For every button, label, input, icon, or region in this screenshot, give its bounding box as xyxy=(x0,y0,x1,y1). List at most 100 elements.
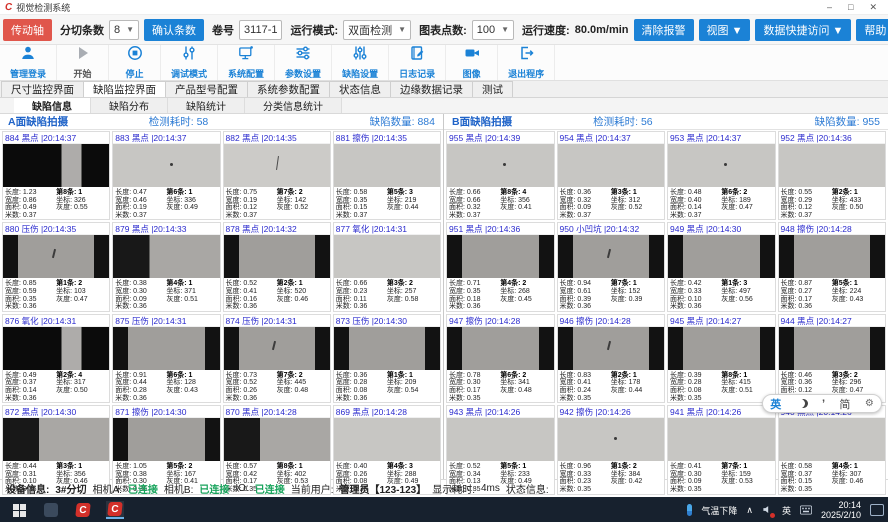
defect-image xyxy=(113,327,219,370)
chart-points-select[interactable]: 100▼ xyxy=(472,20,514,40)
weather-text[interactable]: 气温下降 xyxy=(701,504,737,517)
data-quick-access-button[interactable]: 数据快捷访问 ▼ xyxy=(755,19,851,41)
defect-cell[interactable]: 950 小凹坑 |20:14:32 长度: 0.94宽度: 0.61面积: 0.… xyxy=(557,222,666,311)
action-toolbar: 管理登录 开始 停止 调试模式 系统配置 参数设置 缺陷设置 日志记录 图像 退… xyxy=(0,45,888,81)
subtab-分类信息统计[interactable]: 分类信息统计 xyxy=(245,98,342,113)
defect-cell[interactable]: 942 擦伤 |20:14:26 长度: 0.96宽度: 0.33面积: 0.2… xyxy=(557,405,666,494)
defect-cell[interactable]: 940 黑点 |20:14:26 长度: 0.58宽度: 0.37面积: 0.1… xyxy=(778,405,887,494)
defect-meta: 长度: 0.96宽度: 0.33面积: 0.23米数: 0.35 第1条: 2坐… xyxy=(558,461,665,493)
defect-cell[interactable]: 880 压伤 |20:14:35 长度: 0.85宽度: 0.59面积: 0.3… xyxy=(2,222,110,311)
speed-value: 80.0m/min xyxy=(575,24,629,36)
defect-cell[interactable]: 875 压伤 |20:14:31 长度: 0.91宽度: 0.44面积: 0.2… xyxy=(112,314,220,403)
defect-meta: 长度: 0.73宽度: 0.52面积: 0.26米数: 0.36 第7条: 2坐… xyxy=(224,370,330,402)
defect-cell[interactable]: 954 黑点 |20:14:37 长度: 0.36宽度: 0.32面积: 0.0… xyxy=(557,131,666,220)
tab-缺陷监控界面[interactable]: 缺陷监控界面 xyxy=(83,81,166,97)
defect-cell[interactable]: 873 压伤 |20:14:30 长度: 0.36宽度: 0.28面积: 0.0… xyxy=(333,314,441,403)
gear-icon[interactable]: ⚙ xyxy=(865,398,874,409)
clock[interactable]: 20:14 2025/2/10 xyxy=(821,500,861,520)
defect-cell[interactable]: 877 氧化 |20:14:31 长度: 0.66宽度: 0.23面积: 0.1… xyxy=(333,222,441,311)
action-log-button[interactable]: 日志记录 xyxy=(389,45,446,80)
tune-icon xyxy=(181,45,197,66)
subtab-缺陷信息[interactable]: 缺陷信息 xyxy=(14,98,91,113)
subtab-缺陷分布[interactable]: 缺陷分布 xyxy=(91,98,168,113)
action-tune-button[interactable]: 调试模式 xyxy=(161,45,218,80)
defect-cell-header: 882 黑点 |20:14:35 xyxy=(224,132,330,144)
top-toolbar: 传动轴 分切条数 8▼ 确认条数 卷号 3117-1 运行模式: 双面检测▼ 图… xyxy=(0,15,888,45)
defect-meta-right: 第8条: 4坐标: 356灰度: 0.41 xyxy=(500,189,551,219)
ime-english-toggle[interactable]: 英 xyxy=(770,396,781,412)
taskbar-app-1[interactable] xyxy=(42,501,60,519)
defect-cell[interactable]: 947 擦伤 |20:14:28 长度: 0.78宽度: 0.30面积: 0.1… xyxy=(446,314,555,403)
taskbar-app-detection-active[interactable]: C xyxy=(106,501,124,519)
action-monitor-button[interactable]: 系统配置 xyxy=(218,45,275,80)
confirm-count-button[interactable]: 确认条数 xyxy=(144,19,204,41)
action-label: 系统配置 xyxy=(228,67,264,80)
defect-cell[interactable]: 882 黑点 |20:14:35 长度: 0.75宽度: 0.19面积: 0.1… xyxy=(223,131,331,220)
defect-cell[interactable]: 955 黑点 |20:14:39 长度: 0.66宽度: 0.66面积: 0.3… xyxy=(446,131,555,220)
moon-icon[interactable] xyxy=(796,399,805,408)
defect-cell[interactable]: 874 压伤 |20:14:31 长度: 0.73宽度: 0.52面积: 0.2… xyxy=(223,314,331,403)
defect-cell[interactable]: 941 黑点 |20:14:26 长度: 0.41宽度: 0.30面积: 0.0… xyxy=(667,405,776,494)
tab-边缘数据记录[interactable]: 边缘数据记录 xyxy=(390,81,473,97)
log-icon xyxy=(409,45,425,66)
defect-cell[interactable]: 876 氧化 |20:14:31 长度: 0.49宽度: 0.37面积: 0.1… xyxy=(2,314,110,403)
defect-meta-left: 长度: 0.83宽度: 0.41面积: 0.24米数: 0.35 xyxy=(560,372,611,402)
view-menu-button[interactable]: 视图 ▼ xyxy=(699,19,751,41)
ime-language-indicator[interactable]: 英 xyxy=(782,504,791,517)
defect-cell[interactable]: 952 黑点 |20:14:36 长度: 0.55宽度: 0.29面积: 0.1… xyxy=(778,131,887,220)
defect-cell[interactable]: 949 黑点 |20:14:30 长度: 0.42宽度: 0.33面积: 0.1… xyxy=(667,222,776,311)
roll-number-input[interactable]: 3117-1 xyxy=(239,20,282,40)
maximize-button[interactable]: □ xyxy=(848,2,853,13)
action-user-button[interactable]: 管理登录 xyxy=(0,45,57,80)
tab-测试[interactable]: 测试 xyxy=(472,81,513,97)
io-label: IO: xyxy=(235,483,248,494)
ime-punctuation-toggle[interactable]: ’ xyxy=(822,398,825,410)
defect-cell[interactable]: 946 擦伤 |20:14:28 长度: 0.83宽度: 0.41面积: 0.2… xyxy=(557,314,666,403)
defect-meta-left: 长度: 0.85宽度: 0.59面积: 0.35米数: 0.36 xyxy=(5,280,56,310)
action-center-icon[interactable] xyxy=(870,504,884,516)
tray-expand-button[interactable]: ∧ xyxy=(746,505,753,516)
defect-image xyxy=(668,235,775,278)
defect-image xyxy=(447,327,554,370)
minimize-button[interactable]: – xyxy=(827,2,832,13)
defect-cell[interactable]: 883 黑点 |20:14:37 长度: 0.47宽度: 0.46面积: 0.1… xyxy=(112,131,220,220)
action-sliders-h-button[interactable]: 参数设置 xyxy=(275,45,332,80)
defect-cell[interactable]: 945 黑点 |20:14:27 长度: 0.39宽度: 0.28面积: 0.0… xyxy=(667,314,776,403)
action-stop-button[interactable]: 停止 xyxy=(109,45,161,80)
tab-状态信息[interactable]: 状态信息 xyxy=(329,81,391,97)
clear-alarm-button[interactable]: 清除报警 xyxy=(634,19,694,41)
panel-elapsed: 检测耗时: 56 xyxy=(593,114,653,129)
io-status: 已连接 xyxy=(255,481,285,496)
drive-axis-button[interactable]: 传动轴 xyxy=(3,19,52,41)
defect-cell[interactable]: 948 擦伤 |20:14:28 长度: 0.87宽度: 0.27面积: 0.1… xyxy=(778,222,887,311)
tab-尺寸监控界面[interactable]: 尺寸监控界面 xyxy=(1,81,84,97)
defect-meta-left: 长度: 0.49宽度: 0.37面积: 0.14米数: 0.36 xyxy=(5,372,56,402)
defect-cell[interactable]: 884 黑点 |20:14:37 长度: 1.23宽度: 0.86面积: 0.4… xyxy=(2,131,110,220)
defect-meta-left: 长度: 0.71宽度: 0.35面积: 0.18米数: 0.36 xyxy=(449,280,500,310)
action-exit-button[interactable]: 退出程序 xyxy=(498,45,555,80)
help-menu-button[interactable]: 帮助 ▼ xyxy=(856,19,888,41)
slit-count-select[interactable]: 8▼ xyxy=(109,20,139,40)
tab-产品型号配置[interactable]: 产品型号配置 xyxy=(165,81,248,97)
defect-cell[interactable]: 953 黑点 |20:14:37 长度: 0.48宽度: 0.40面积: 0.1… xyxy=(667,131,776,220)
defect-cell[interactable]: 881 擦伤 |20:14:35 长度: 0.58宽度: 0.35面积: 0.1… xyxy=(333,131,441,220)
defect-meta: 长度: 0.47宽度: 0.46面积: 0.19米数: 0.37 第6条: 1坐… xyxy=(113,187,219,219)
defect-meta: 长度: 0.85宽度: 0.59面积: 0.35米数: 0.36 第1条: 2坐… xyxy=(3,278,109,310)
action-camera-button[interactable]: 图像 xyxy=(446,45,498,80)
defect-cell[interactable]: 944 黑点 |20:14:27 长度: 0.46宽度: 0.36面积: 0.1… xyxy=(778,314,887,403)
subtab-缺陷统计[interactable]: 缺陷统计 xyxy=(168,98,245,113)
start-button[interactable] xyxy=(10,501,28,519)
defect-cell[interactable]: 878 黑点 |20:14:32 长度: 0.52宽度: 0.41面积: 0.1… xyxy=(223,222,331,311)
taskbar-app-2[interactable]: C xyxy=(74,501,92,519)
action-play-button[interactable]: 开始 xyxy=(57,45,109,80)
volume-icon[interactable] xyxy=(762,504,773,517)
tab-系统参数配置[interactable]: 系统参数配置 xyxy=(247,81,330,97)
defect-cell[interactable]: 879 黑点 |20:14:33 长度: 0.38宽度: 0.30面积: 0.0… xyxy=(112,222,220,311)
defect-cell[interactable]: 951 黑点 |20:14:36 长度: 0.71宽度: 0.35面积: 0.1… xyxy=(446,222,555,311)
close-button[interactable]: ✕ xyxy=(869,2,877,13)
keyboard-icon[interactable] xyxy=(800,505,812,515)
action-sliders-v-button[interactable]: 缺陷设置 xyxy=(332,45,389,80)
ime-simplified-toggle[interactable]: 简 xyxy=(839,396,850,412)
run-mode-select[interactable]: 双面检测▼ xyxy=(343,20,411,40)
defect-image xyxy=(113,144,219,187)
